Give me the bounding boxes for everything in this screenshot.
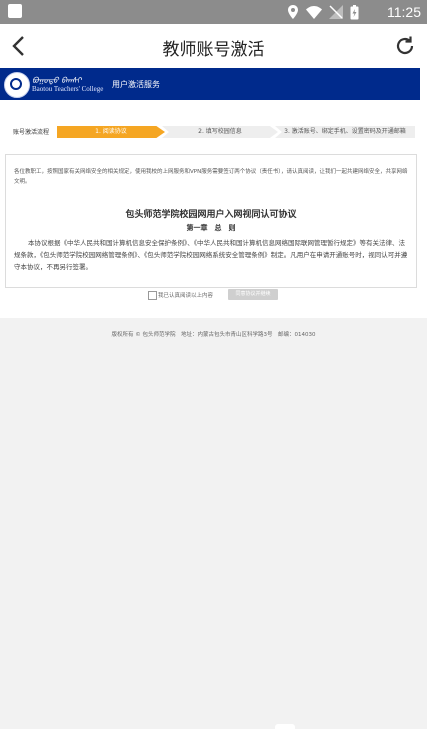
app-bar: 教师账号激活 xyxy=(0,24,427,69)
agreement-chapter: 第一章 总 则 xyxy=(186,224,236,232)
battery-charging-icon xyxy=(350,4,359,19)
site-footer: 版权所有 © 包头师范学院 地址：内蒙古包头市青山区科学路3号 邮编：01403… xyxy=(111,332,316,338)
agreement-body: 本协议根据《中华人民共和国计算机信息安全保护条例》、《中华人民共和国计算机信息网… xyxy=(14,239,408,271)
agreement-title: 包头师范学院校园网用户入网视同认可协议 xyxy=(125,210,297,220)
web-content: ᠪᠣᠭᠣᠲᠣ ᠪᠠᠭᠰᠢ Baotou Teachers' College 用户… xyxy=(0,68,427,318)
service-label: 用户激活服务 xyxy=(112,80,160,89)
status-time: 11:25 xyxy=(387,4,421,20)
agreement-row: 我已认真阅读以上内容 同意协议并继续 xyxy=(0,289,427,303)
agreement-notice: 各位教职工，按照国家有关网络安全的相关规定，使用我校的上网服务和VPN服务需要签… xyxy=(14,169,408,185)
activation-steps: 账号激活流程 1. 阅读协议 2. 填写校园信息 3. 激活账号、绑定手机、设置… xyxy=(0,126,427,140)
site-banner: ᠪᠣᠭᠣᠲᠣ ᠪᠠᠭᠰᠢ Baotou Teachers' College 用户… xyxy=(0,68,420,100)
page-title: 教师账号激活 xyxy=(162,40,265,60)
signal-off-icon xyxy=(329,5,343,19)
college-logo xyxy=(4,72,30,98)
step-read-agreement[interactable]: 1. 阅读协议 xyxy=(57,126,165,138)
agree-checkbox[interactable] xyxy=(148,291,157,300)
app-notification-icon xyxy=(8,4,22,18)
steps-label: 账号激活流程 xyxy=(13,129,50,136)
refresh-icon xyxy=(396,36,414,55)
wifi-icon xyxy=(306,5,322,19)
home-indicator xyxy=(275,724,295,729)
status-bar: 11:25 xyxy=(0,0,427,24)
status-icons xyxy=(287,4,359,20)
logo-english-text: Baotou Teachers' College xyxy=(32,85,104,93)
refresh-button[interactable] xyxy=(393,34,417,58)
agree-continue-button[interactable]: 同意协议并继续 xyxy=(228,289,278,300)
logo-script-text: ᠪᠣᠭᠣᠲᠣ ᠪᠠᠭᠰᠢ xyxy=(32,76,82,85)
step-activate-account[interactable]: 3. 激活账号、绑定手机、设置密码及开通邮箱 xyxy=(275,126,415,138)
step-fill-info[interactable]: 2. 填写校园信息 xyxy=(162,126,278,138)
agreement-document[interactable]: 各位教职工，按照国家有关网络安全的相关规定，使用我校的上网服务和VPN服务需要签… xyxy=(5,154,417,288)
location-icon xyxy=(288,5,298,19)
agree-checkbox-label: 我已认真阅读以上内容 xyxy=(158,293,214,299)
